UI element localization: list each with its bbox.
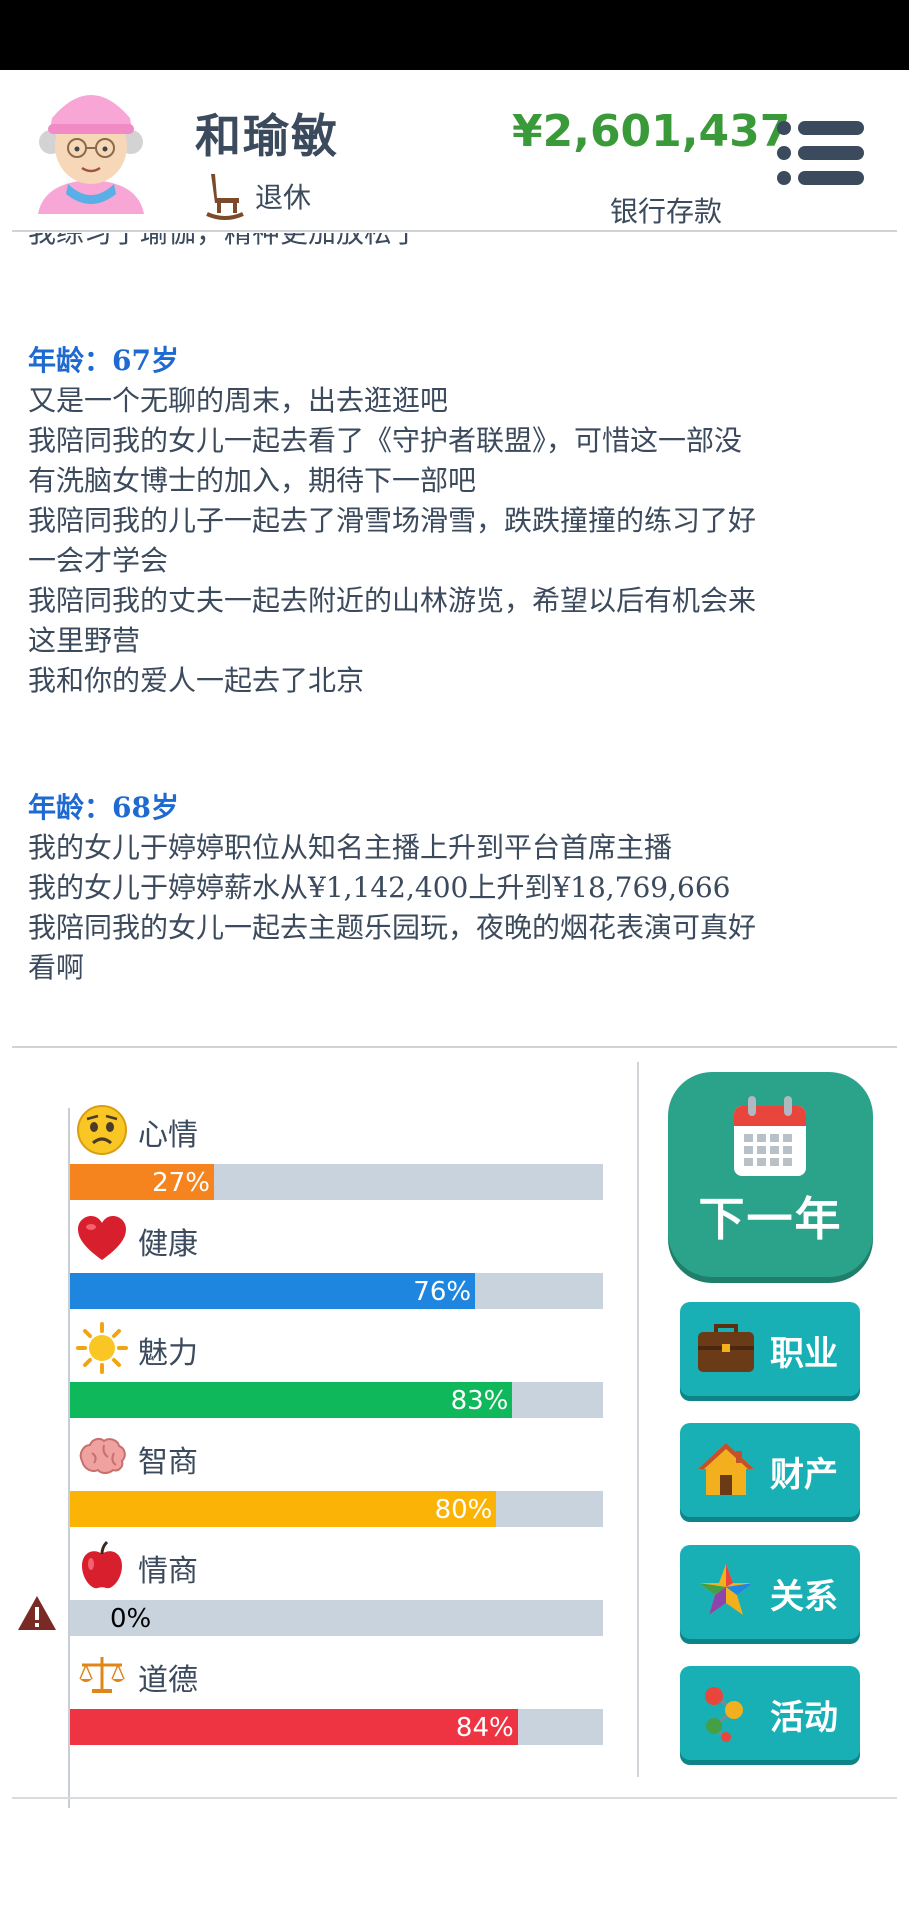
log-line: 我陪同我的女儿一起去看了《守护者联盟》，可惜这一部没	[28, 424, 743, 457]
stat-name: 健康	[138, 1227, 198, 1262]
header-divider	[12, 230, 897, 232]
property-label: 财产	[770, 1455, 838, 1495]
stat-value: 83%	[450, 1386, 509, 1416]
stat-track: 0%	[70, 1600, 603, 1636]
stat-value: 80%	[434, 1495, 493, 1525]
relations-button[interactable]: 关系	[680, 1545, 860, 1639]
warning-icon	[18, 1596, 56, 1630]
job-status: 退休	[205, 172, 311, 220]
status-bar	[0, 0, 909, 70]
header: 和瑜敏 退休 ¥2,601,437 银行存款	[0, 70, 909, 230]
stat-name: 智商	[138, 1445, 198, 1480]
apple-icon	[82, 1540, 122, 1589]
log-age: 年龄：67岁	[28, 344, 179, 377]
log-line: 这里野营	[28, 624, 141, 657]
log-line: 我陪同我的女儿一起去主题乐园玩，夜晚的烟花表演可真好	[28, 911, 757, 944]
sun-icon	[76, 1322, 128, 1374]
menu-button[interactable]	[776, 118, 864, 188]
scale-icon	[79, 1657, 125, 1693]
log-line: 一会才学会	[28, 544, 169, 577]
next-year-button[interactable]: 下一年	[668, 1072, 873, 1277]
stat-value: 27%	[152, 1168, 210, 1198]
stat-value: 0%	[110, 1604, 152, 1634]
life-log[interactable]: 我练习了瑜伽，精神更加放松了 年龄：67岁 又是一个无聊的周末，出去逛逛吧 我陪…	[28, 233, 888, 1043]
briefcase-icon	[698, 1324, 754, 1372]
heart-icon	[78, 1216, 126, 1260]
career-label: 职业	[770, 1334, 838, 1374]
stat-value: 84%	[455, 1713, 514, 1743]
panel-divider	[637, 1062, 639, 1777]
log-entry-age-68: 年龄：68岁 我的女儿于婷婷职位从知名主播上升到平台首席主播 我的女儿于婷婷薪水…	[28, 788, 888, 988]
bank-balance-label: 银行存款	[610, 195, 723, 228]
log-line: 我陪同我的儿子一起去了滑雪场滑雪，跌跌撞撞的练习了好	[28, 504, 757, 537]
stat-track: 83%	[70, 1382, 603, 1418]
job-label: 退休	[255, 181, 312, 214]
brain-icon	[79, 1437, 126, 1474]
stat-charm: 魅力 83%	[70, 1322, 603, 1422]
calendar-icon	[734, 1096, 806, 1176]
next-year-label: 下一年	[698, 1192, 843, 1246]
log-line: 我的女儿于婷婷职位从知名主播上升到平台首席主播	[28, 831, 673, 864]
log-entry-age-67: 年龄：67岁 又是一个无聊的周末，出去逛逛吧 我陪同我的女儿一起去看了《守护者联…	[28, 341, 888, 701]
sad-face-icon	[77, 1105, 127, 1155]
stat-track: 84%	[70, 1709, 603, 1745]
stat-name: 道德	[138, 1663, 198, 1698]
avatar	[38, 95, 144, 214]
stats-panel: 心情 27% 健康 76% 魅力 83% 智商 80% 情商 0% 道德 84%	[0, 1048, 640, 1808]
stat-track: 76%	[70, 1273, 603, 1309]
log-age: 年龄：68岁	[28, 791, 179, 824]
log-line: 我陪同我的丈夫一起去附近的山林游览，希望以后有机会来	[28, 584, 757, 617]
activity-label: 活动	[770, 1698, 838, 1738]
stat-iq: 智商 80%	[70, 1431, 603, 1531]
stat-morality: 道德 84%	[70, 1649, 603, 1749]
molecule-icon	[705, 1687, 743, 1742]
stat-track: 80%	[70, 1491, 603, 1527]
rocking-chair-icon	[206, 174, 244, 220]
log-line: 我练习了瑜伽，精神更加放松了	[28, 233, 420, 251]
relations-label: 关系	[770, 1577, 838, 1617]
player-name: 和瑜敏	[195, 109, 339, 163]
log-line: 看啊	[28, 951, 85, 984]
stat-name: 魅力	[138, 1336, 198, 1371]
career-button[interactable]: 职业	[680, 1302, 860, 1396]
house-icon	[698, 1443, 754, 1495]
stat-health: 健康 76%	[70, 1213, 603, 1313]
property-button[interactable]: 财产	[680, 1423, 860, 1517]
stat-eq: 情商 0%	[70, 1540, 603, 1640]
log-line: 我的女儿于婷婷薪水从¥1,142,400上升到¥18,769,666	[28, 871, 731, 904]
log-line: 有洗脑女博士的加入，期待下一部吧	[28, 464, 477, 497]
log-line: 我和你的爱人一起去了北京	[28, 664, 365, 697]
log-line: 又是一个无聊的周末，出去逛逛吧	[28, 384, 449, 417]
stat-mood: 心情 27%	[70, 1104, 603, 1204]
stat-name: 情商	[138, 1554, 198, 1589]
star-icon	[699, 1564, 753, 1615]
stat-value: 76%	[413, 1277, 472, 1307]
stat-track: 27%	[70, 1164, 603, 1200]
activity-button[interactable]: 活动	[680, 1666, 860, 1760]
stat-name: 心情	[138, 1118, 198, 1153]
bottom-divider	[12, 1797, 897, 1799]
bank-balance: ¥2,601,437	[512, 106, 791, 157]
